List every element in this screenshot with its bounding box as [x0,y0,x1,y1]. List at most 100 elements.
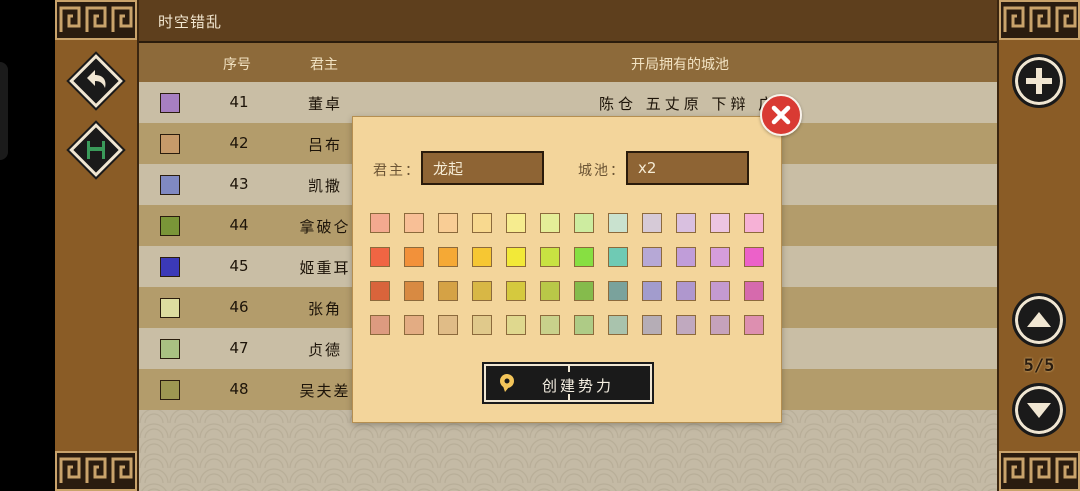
palette-color-swatch[interactable] [574,281,594,301]
faction-lord: 董卓 [307,95,342,113]
faction-lord: 姬重耳 [299,259,351,277]
column-header-lord: 君主 [310,57,338,73]
add-faction-button[interactable] [1012,54,1066,108]
palette-color-swatch[interactable] [642,315,662,335]
faction-color-swatch [160,216,180,236]
palette-color-swatch[interactable] [540,281,560,301]
faction-number: 45 [229,257,249,275]
palette-color-swatch[interactable] [642,281,662,301]
faction-lord: 吴夫差 [299,382,351,400]
palette-color-swatch[interactable] [404,213,424,233]
palette-color-swatch[interactable] [676,247,696,267]
palette-color-swatch[interactable] [506,213,526,233]
fret-ornament [999,0,1080,40]
system-edge-handle [0,62,8,160]
page-title: 时空错乱 [158,13,223,31]
faction-number: 47 [229,339,249,357]
triangle-down-icon [1027,403,1051,418]
palette-color-swatch[interactable] [608,213,628,233]
palette-color-swatch[interactable] [404,315,424,335]
fret-ornament [999,451,1080,491]
game-screen: 时空错乱 序号 君主 开局拥有的城池 41 董卓 陈仓 五丈原 下辩 广元 42… [0,0,1080,491]
palette-color-swatch[interactable] [608,247,628,267]
faction-lord: 张角 [307,300,342,318]
column-header-number: 序号 [223,57,251,73]
palette-color-swatch[interactable] [744,315,764,335]
faction-number: 43 [229,175,249,193]
fret-ornament [55,451,137,491]
palette-color-swatch[interactable] [404,281,424,301]
palette-color-swatch[interactable] [438,315,458,335]
palette-color-swatch[interactable] [676,213,696,233]
palette-color-swatch[interactable] [404,247,424,267]
palette-color-swatch[interactable] [574,213,594,233]
palette-color-swatch[interactable] [676,315,696,335]
back-button[interactable] [69,54,123,108]
palette-color-swatch[interactable] [438,281,458,301]
palette-color-swatch[interactable] [370,247,390,267]
palette-color-swatch[interactable] [472,247,492,267]
palette-color-swatch[interactable] [642,213,662,233]
palette-color-swatch[interactable] [574,315,594,335]
palette-color-swatch[interactable] [438,213,458,233]
city-input[interactable] [626,151,749,185]
faction-number: 42 [229,134,249,152]
close-dialog-button[interactable] [760,94,802,136]
faction-color-swatch [160,175,180,195]
create-faction-button[interactable]: 创建势力 [482,362,654,404]
palette-color-swatch[interactable] [642,247,662,267]
lord-label: 君主： [373,163,421,179]
page-indicator: 5/5 [1023,356,1055,376]
palette-color-swatch[interactable] [472,315,492,335]
faction-color-swatch [160,134,180,154]
palette-color-swatch[interactable] [710,213,730,233]
palette-color-swatch[interactable] [540,213,560,233]
palette-color-swatch[interactable] [710,247,730,267]
faction-color-swatch [160,339,180,359]
faction-number: 41 [229,93,249,111]
palette-color-swatch[interactable] [710,315,730,335]
table-header: 序号 君主 开局拥有的城池 [139,43,997,82]
lord-name-input[interactable] [421,151,544,185]
plus-icon [1026,68,1052,94]
palette-color-swatch[interactable] [744,281,764,301]
title-bar: 时空错乱 [139,0,997,43]
undo-arrow-icon [87,70,106,88]
faction-number: 46 [229,298,249,316]
palette-color-swatch[interactable] [744,213,764,233]
close-icon [771,105,791,125]
location-pin-icon [500,374,514,392]
palette-color-swatch[interactable] [710,281,730,301]
palette-color-swatch[interactable] [506,247,526,267]
palette-color-swatch[interactable] [744,247,764,267]
palette-color-swatch[interactable] [676,281,696,301]
city-label: 城池： [578,163,626,179]
palette-color-swatch[interactable] [608,281,628,301]
save-button[interactable] [69,123,123,177]
palette-color-swatch[interactable] [540,247,560,267]
palette-color-swatch[interactable] [370,315,390,335]
palette-color-swatch[interactable] [608,315,628,335]
palette-color-swatch[interactable] [472,213,492,233]
palette-color-swatch[interactable] [506,315,526,335]
palette-color-swatch[interactable] [370,213,390,233]
faction-number: 48 [229,380,249,398]
faction-color-swatch [160,298,180,318]
create-faction-dialog: 君主： 城池： 创建势力 [352,116,782,423]
palette-color-swatch[interactable] [370,281,390,301]
faction-number: 44 [229,216,249,234]
faction-lord: 贞德 [307,341,342,359]
page-up-button[interactable] [1012,293,1066,347]
palette-color-swatch[interactable] [540,315,560,335]
page-down-button[interactable] [1012,383,1066,437]
color-palette [370,213,770,337]
palette-color-swatch[interactable] [472,281,492,301]
faction-lord: 凯撒 [307,177,342,195]
create-faction-label: 创建势力 [542,377,615,395]
palette-color-swatch[interactable] [574,247,594,267]
palette-color-swatch[interactable] [438,247,458,267]
triangle-up-icon [1027,312,1051,327]
faction-color-swatch [160,380,180,400]
fret-ornament [55,0,137,40]
palette-color-swatch[interactable] [506,281,526,301]
